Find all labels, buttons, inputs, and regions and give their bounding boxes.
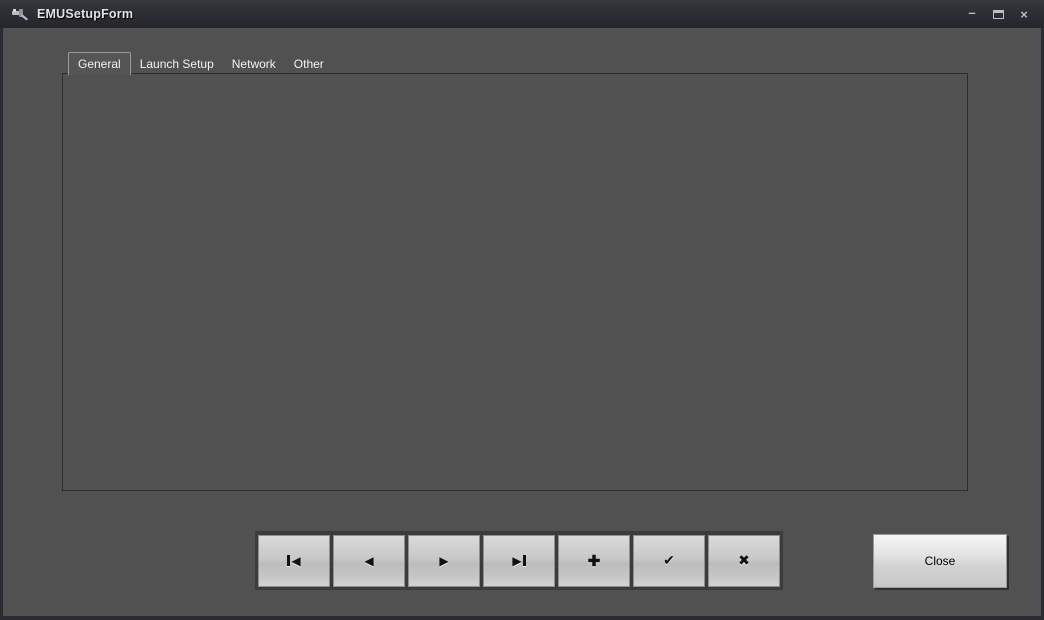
general-tab-panel — [62, 73, 968, 491]
check-icon: ✔ — [663, 552, 675, 569]
app-tool-icon — [11, 6, 29, 22]
window-title: EMUSetupForm — [37, 7, 133, 21]
tab-general[interactable]: General — [68, 52, 131, 75]
move-previous-button[interactable]: ◀ — [333, 535, 405, 587]
titlebar[interactable]: EMUSetupForm – × — [0, 0, 1044, 28]
emu-setup-window: EMUSetupForm – × General Launch Setup Ne… — [0, 0, 1044, 620]
move-next-icon: ▶ — [439, 554, 448, 568]
record-navigator: ◀ ◀ ▶ ▶ ✚ ✔ ✖ — [255, 531, 783, 590]
tab-strip: General Launch Setup Network Other — [68, 51, 333, 74]
delete-x-icon: ✖ — [738, 552, 750, 569]
minimize-button[interactable]: – — [962, 4, 982, 24]
move-first-icon: ◀ — [291, 554, 300, 568]
move-first-button[interactable]: ◀ — [258, 535, 330, 587]
add-record-button[interactable]: ✚ — [558, 535, 630, 587]
move-previous-icon: ◀ — [364, 554, 373, 568]
add-icon: ✚ — [588, 552, 601, 570]
move-last-icon: ▶ — [512, 554, 521, 568]
last-bar-icon — [523, 555, 526, 566]
close-window-button[interactable]: × — [1014, 4, 1034, 24]
close-button[interactable]: Close — [873, 534, 1007, 588]
tab-launch-setup[interactable]: Launch Setup — [131, 54, 223, 74]
save-record-button[interactable]: ✔ — [633, 535, 705, 587]
maximize-icon — [993, 10, 1004, 19]
move-last-button[interactable]: ▶ — [483, 535, 555, 587]
tab-other[interactable]: Other — [285, 54, 333, 74]
tab-network[interactable]: Network — [223, 54, 285, 74]
maximize-button[interactable] — [988, 4, 1008, 24]
form-client-area: General Launch Setup Network Other Emula… — [3, 28, 1041, 616]
delete-record-button[interactable]: ✖ — [708, 535, 780, 587]
first-bar-icon — [287, 555, 290, 566]
move-next-button[interactable]: ▶ — [408, 535, 480, 587]
